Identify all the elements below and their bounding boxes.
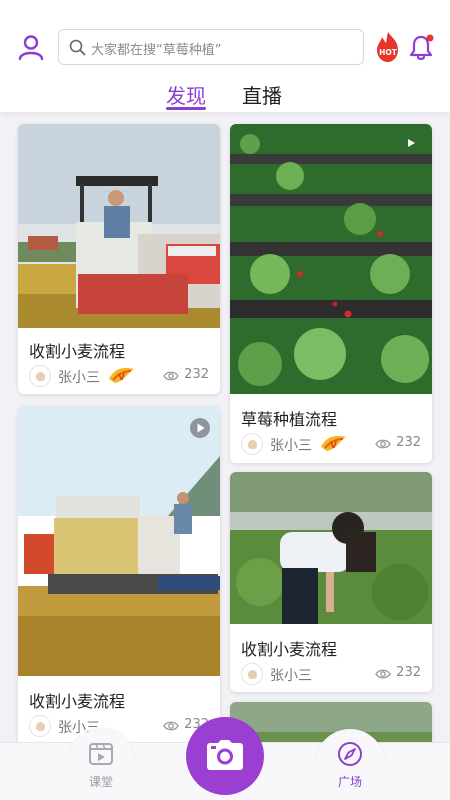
eye-icon <box>163 721 179 731</box>
nav-classroom[interactable]: 课堂 <box>66 729 136 799</box>
view-count: 232 <box>396 665 421 680</box>
nav-square-label: 广场 <box>337 775 362 789</box>
card-title: 收割小麦流程 <box>29 342 126 361</box>
card-image <box>230 124 432 394</box>
nav-square[interactable]: 广场 <box>315 729 385 799</box>
card-title: 草莓种植流程 <box>241 410 338 429</box>
eye-icon <box>163 371 179 381</box>
bottom-nav: 课堂 广场 <box>0 717 450 800</box>
search-placeholder: 大家都在搜“草莓种植” <box>91 43 222 58</box>
author-name: 张小三 <box>270 668 312 684</box>
eye-icon <box>375 439 391 449</box>
card-image <box>18 124 220 328</box>
svg-text:V: V <box>118 373 125 383</box>
eye-icon <box>375 669 391 679</box>
bell-icon[interactable] <box>409 33 435 61</box>
avatar[interactable] <box>29 715 51 737</box>
feed[interactable]: 收割小麦流程 张小三 V 232 草莓种植流程 张小三 V 232 收割小麦流程… <box>0 112 450 742</box>
card-meta: 张小三 V 232 <box>241 433 421 455</box>
card-image <box>230 472 432 624</box>
camera-icon <box>207 740 243 770</box>
view-count: 232 <box>396 435 421 450</box>
feed-card[interactable]: 收割小麦流程 张小三 232 <box>230 472 432 692</box>
avatar[interactable] <box>29 365 51 387</box>
feed-card[interactable]: 收割小麦流程 张小三 232 <box>18 406 220 742</box>
top-bar: 大家都在搜“草莓种植” HOT 发现 直播 <box>0 0 450 112</box>
author-name: 张小三 <box>270 438 312 454</box>
view-count: 232 <box>184 367 209 382</box>
feed-card[interactable]: 草莓种植流程 张小三 V 232 <box>230 124 432 463</box>
avatar[interactable] <box>241 663 263 685</box>
card-title: 收割小麦流程 <box>241 640 338 659</box>
feed-card[interactable]: 收割小麦流程 张小三 V 232 <box>18 124 220 394</box>
search-bar[interactable]: 大家都在搜“草莓种植” <box>58 29 364 65</box>
tab-live[interactable]: 直播 <box>242 82 282 110</box>
nav-classroom-label: 课堂 <box>88 775 113 789</box>
avatar[interactable] <box>241 433 263 455</box>
video-class-icon <box>89 743 113 765</box>
card-meta: 张小三 V 232 <box>29 365 209 387</box>
author-name: 张小三 <box>58 370 100 386</box>
card-image <box>18 406 220 676</box>
vip-badge-icon: V <box>109 368 134 383</box>
search-icon <box>69 39 86 56</box>
card-title: 收割小麦流程 <box>29 692 126 711</box>
play-icon[interactable] <box>190 418 210 438</box>
svg-text:V: V <box>330 441 337 451</box>
play-icon[interactable] <box>406 138 416 148</box>
user-icon[interactable] <box>18 34 44 60</box>
vip-badge-icon: V <box>321 436 346 451</box>
tab-discover[interactable]: 发现 <box>166 82 206 110</box>
active-tab-indicator <box>166 107 206 110</box>
compass-icon <box>338 742 362 766</box>
hot-icon[interactable]: HOT <box>374 31 402 63</box>
camera-button[interactable] <box>186 717 264 795</box>
content-tabs: 发现 直播 <box>0 82 450 112</box>
card-meta: 张小三 232 <box>241 663 421 685</box>
hot-label: HOT <box>379 48 398 57</box>
